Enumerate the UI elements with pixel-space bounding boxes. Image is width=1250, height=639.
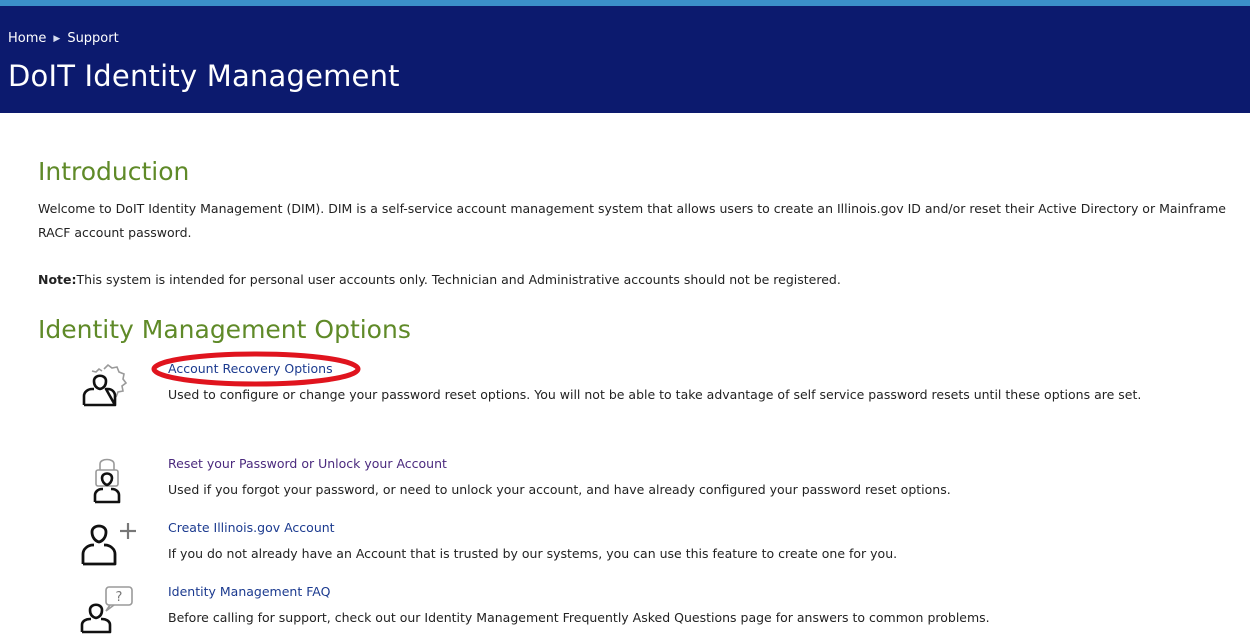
user-question-icon: ? — [80, 586, 133, 634]
faq-link[interactable]: Identity Management FAQ — [168, 584, 330, 599]
breadcrumb: Home ▶ Support — [8, 31, 119, 46]
create-account-link[interactable]: Create Illinois.gov Account — [168, 520, 335, 535]
account-recovery-options-link[interactable]: Account Recovery Options — [168, 361, 333, 376]
faq-description: Before calling for support, check out ou… — [168, 610, 990, 625]
note-label: Note: — [38, 272, 77, 287]
reset-password-description: Used if you forgot your password, or nee… — [168, 482, 951, 497]
user-gear-icon — [82, 363, 128, 407]
introduction-paragraph: Welcome to DoIT Identity Management (DIM… — [38, 201, 1226, 240]
breadcrumb-support-link[interactable]: Support — [67, 31, 118, 46]
account-recovery-description: Used to configure or change your passwor… — [168, 387, 1142, 402]
note-text: This system is intended for personal use… — [76, 272, 841, 287]
reset-password-link[interactable]: Reset your Password or Unlock your Accou… — [168, 456, 447, 471]
introduction-heading: Introduction — [38, 157, 190, 186]
page-header: Home ▶ Support DoIT Identity Management — [0, 0, 1250, 113]
create-account-description: If you do not already have an Account th… — [168, 546, 898, 561]
breadcrumb-home-link[interactable]: Home — [8, 31, 46, 46]
page-title: DoIT Identity Management — [8, 59, 400, 93]
options-heading: Identity Management Options — [38, 315, 411, 344]
svg-text:?: ? — [116, 590, 123, 605]
note-paragraph: Note:This system is intended for persona… — [38, 268, 1228, 292]
user-lock-icon — [93, 458, 121, 504]
breadcrumb-separator-icon: ▶ — [53, 33, 61, 44]
user-add-icon — [81, 523, 136, 566]
